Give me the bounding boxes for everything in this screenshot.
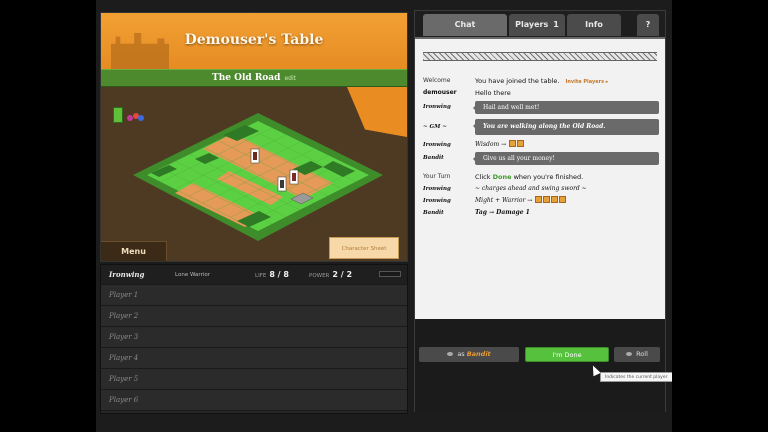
speech-bubble: You are walking along the Old Road.: [473, 119, 659, 135]
die-icon: [559, 196, 567, 203]
chat-message: Ironwing Wisdom →: [423, 139, 659, 151]
game-board: Demouser's Table The Old Road edit Menu …: [100, 12, 408, 262]
speech-bubble: Hail and well met!: [473, 101, 659, 114]
player-list: Ironwing Lone Warrior LIFE 8 / 8 POWER 2 /…: [100, 264, 408, 414]
player-bar: [379, 271, 401, 277]
player-slot[interactable]: Player 5: [101, 369, 407, 390]
player-slot[interactable]: Player 2: [101, 306, 407, 327]
chat-message: Welcome You have joined the table. Invite…: [423, 77, 609, 85]
speech-bubble: Give us all your money!: [473, 152, 659, 165]
chat-message: Ironwing Hail and well met!: [423, 101, 659, 114]
die-icon: [517, 140, 525, 147]
die-icon: [551, 196, 559, 203]
player-slot[interactable]: Player 4: [101, 348, 407, 369]
chat-message: Ironwing ~ charges ahead and swing sword…: [423, 185, 587, 192]
character-token[interactable]: [289, 169, 299, 185]
chat-message: ~ GM ~ You are walking along the Old Roa…: [423, 119, 659, 135]
app-stage: Demouser's Table The Old Road edit Menu …: [96, 0, 672, 432]
character-sheet-button[interactable]: Character Sheet: [329, 237, 399, 259]
tooltip: Indicates the current player: [600, 372, 672, 382]
player-slot[interactable]: Player 1: [101, 285, 407, 306]
die-icon: [509, 140, 517, 147]
chat-message: Bandit Give us all your money!: [423, 152, 659, 165]
decorative-border: [423, 52, 657, 61]
im-done-button[interactable]: I'm Done: [525, 347, 609, 362]
scene-bar: The Old Road edit: [101, 69, 407, 87]
table-title: Demouser's Table: [184, 32, 324, 48]
chat-log[interactable]: Welcome You have joined the table. Invite…: [415, 37, 665, 319]
speak-as-button[interactable]: as Bandit: [419, 347, 519, 362]
power-stat: POWER 2 / 2: [309, 270, 353, 279]
isometric-map[interactable]: [133, 113, 383, 253]
chat-message: demouser Hello there: [423, 89, 511, 97]
chat-message: Bandit Tag → Damage 1: [423, 209, 530, 216]
tab-chat[interactable]: Chat: [423, 14, 507, 36]
character-token[interactable]: [250, 148, 260, 164]
tab-bar: Chat Players 1 Info ?: [415, 11, 665, 37]
side-panel: Chat Players 1 Info ? Welcome You have jo…: [414, 10, 672, 413]
dice-icon: [626, 352, 633, 356]
character-token[interactable]: [277, 176, 287, 192]
player-class: Lone Warrior: [175, 272, 210, 278]
help-button[interactable]: ?: [637, 14, 659, 36]
scene-name: The Old Road: [212, 73, 281, 83]
die-icon: [543, 196, 551, 203]
player-name: Ironwing: [109, 270, 145, 279]
action-bar: as Bandit I'm Done Roll Indicates the cur…: [415, 319, 672, 413]
speech-icon: [447, 352, 454, 356]
player-row-active[interactable]: Ironwing Lone Warrior LIFE 8 / 8 POWER 2 /…: [101, 265, 407, 285]
life-stat: LIFE 8 / 8: [255, 270, 289, 279]
chat-message: Ironwing Might + Warrior →: [423, 195, 659, 207]
roll-button[interactable]: Roll: [614, 347, 660, 362]
die-icon: [535, 196, 543, 203]
scene-edit-link[interactable]: edit: [284, 75, 296, 82]
player-slot[interactable]: Player 6: [101, 390, 407, 411]
chat-message: Your Turn Click Done when you're finishe…: [423, 173, 584, 181]
menu-button[interactable]: Menu: [101, 241, 167, 261]
players-count: 1: [553, 20, 559, 29]
tab-players[interactable]: Players 1: [509, 14, 565, 36]
tab-info[interactable]: Info: [567, 14, 621, 36]
invite-players-link[interactable]: Invite Players ▸: [565, 79, 608, 85]
green-pillar: [113, 107, 123, 123]
player-slot[interactable]: Player 3: [101, 327, 407, 348]
